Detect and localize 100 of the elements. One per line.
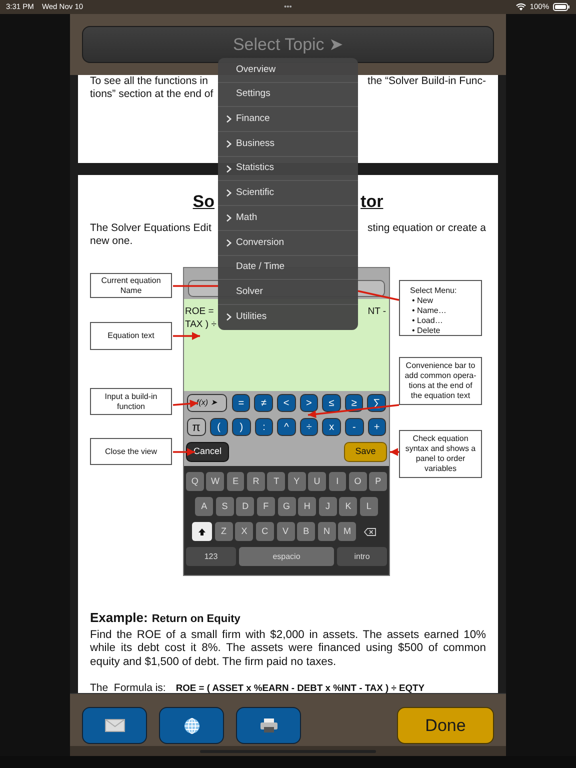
operator-key[interactable]: : (254, 418, 274, 436)
menu-item[interactable]: Utilities (218, 304, 358, 330)
keyboard-key[interactable]: A (195, 497, 214, 516)
operator-key[interactable]: < (277, 394, 296, 412)
arrow (390, 448, 399, 456)
arrow (173, 332, 200, 340)
keyboard-key[interactable]: S (216, 497, 234, 516)
section-title: So (192, 192, 215, 212)
callout-label: Convenience bar to add common opera-tions at the end of the equation text (399, 357, 482, 405)
keyboard-key[interactable]: F (256, 497, 275, 516)
menu-item[interactable]: Solver (218, 280, 358, 305)
web-button[interactable] (159, 707, 224, 744)
keyboard-key[interactable]: M (338, 522, 356, 541)
keyboard-key[interactable]: E (226, 472, 244, 491)
numbers-key[interactable]: 123 (186, 547, 236, 566)
keyboard-key[interactable]: P (369, 472, 387, 491)
section-title: tor (360, 192, 384, 212)
mail-icon (104, 719, 124, 732)
menu-item[interactable]: Date / Time (218, 256, 358, 280)
operator-key[interactable]: - (344, 418, 364, 436)
keyboard-key[interactable]: K (339, 497, 358, 516)
menu-item[interactable]: Scientific (218, 181, 358, 206)
keyboard-key[interactable]: H (298, 497, 316, 516)
keyboard-key[interactable]: D (236, 497, 254, 516)
shift-key[interactable] (192, 522, 212, 541)
menu-item[interactable]: Settings (218, 82, 358, 108)
formula-text: ROE = ( ASSET x %EARN - DEBT x %INT - TAX ) ÷ EQTY (176, 681, 425, 693)
menu-item[interactable]: Statistics (218, 156, 358, 182)
battery-icon (553, 3, 570, 11)
keyboard-key[interactable]: B (297, 522, 316, 541)
keyboard-key[interactable]: V (276, 522, 294, 541)
callout-label: Equation text (90, 322, 172, 350)
callout-list-item: • Load… (411, 316, 444, 326)
callout-label: Check equation syntax and shows a panel to order variables (399, 430, 482, 478)
keyboard-key[interactable]: O (348, 472, 367, 491)
leader-line (358, 290, 400, 301)
keyboard-key[interactable]: C (256, 522, 274, 541)
mail-button[interactable] (82, 707, 147, 744)
shift-icon (198, 528, 206, 536)
menu-item[interactable]: Overview (218, 58, 358, 83)
callout-list-item: • New (411, 296, 434, 306)
menu-item[interactable]: Finance (218, 107, 358, 132)
keyboard-key[interactable]: J (318, 497, 337, 516)
equation-text: TAX ) ÷ (185, 318, 216, 331)
operator-key[interactable]: = (232, 394, 250, 412)
keyboard-key[interactable]: Q (186, 472, 204, 491)
equation-text: NT - (368, 305, 386, 318)
printer-icon (260, 718, 278, 733)
formula-label: The Formula is: (90, 681, 166, 693)
menu-item[interactable]: Business (218, 132, 358, 157)
backspace-icon (364, 528, 376, 536)
globe-icon (184, 718, 200, 734)
operator-key[interactable]: + (368, 418, 386, 436)
menu-item[interactable]: Conversion (218, 230, 358, 256)
keyboard-key[interactable]: T (267, 472, 286, 491)
operator-key[interactable]: x (322, 418, 341, 436)
keyboard-key[interactable]: G (278, 497, 296, 516)
keyboard-key[interactable]: W (206, 472, 224, 491)
paragraph-text: To see all the functions in (90, 75, 208, 88)
operator-key[interactable]: ≤ (322, 394, 341, 412)
example-title: Return on Equity (152, 612, 240, 627)
operator-key[interactable]: ÷ (300, 418, 318, 436)
wifi-icon (516, 3, 526, 11)
equation-text: ROE = (185, 305, 214, 318)
keyboard-key[interactable]: U (308, 472, 326, 491)
keyboard-key[interactable]: Z (214, 522, 233, 541)
arrow (173, 448, 195, 456)
return-key[interactable]: intro (337, 547, 387, 566)
callout-label: Close the view (90, 438, 172, 465)
paragraph-text: the “Solver Build-in Func- (368, 75, 486, 88)
operator-key[interactable]: ( (210, 418, 228, 436)
save-button[interactable]: Save (344, 442, 387, 462)
operator-key[interactable]: ) (232, 418, 251, 436)
leader-line (173, 285, 218, 287)
keyboard-key[interactable]: Y (288, 472, 306, 491)
callout-heading: Select Menu: (410, 286, 458, 296)
keyboard-key[interactable]: R (247, 472, 265, 491)
print-button[interactable] (236, 707, 301, 744)
keyboard-key[interactable]: L (360, 497, 378, 516)
done-button[interactable]: Done (397, 707, 494, 744)
operator-key[interactable]: ≠ (254, 394, 273, 412)
callout-list-item: • Delete (411, 326, 442, 336)
operator-key[interactable]: ≥ (344, 394, 364, 412)
cancel-button[interactable]: Cancel (186, 442, 229, 462)
keyboard-key[interactable]: N (318, 522, 336, 541)
space-key[interactable]: espacio (239, 547, 334, 566)
paragraph-text: Find the ROE of a small firm with $2,000 in assets. The assets earned 10% while its debt cost it 8%. The assets were financed using $500 of common equity and $1,500 of debt. The firm paid no taxes. (90, 628, 486, 669)
arrow (172, 400, 198, 408)
paragraph-text: sting equation or create a (368, 222, 486, 235)
menu-item[interactable]: Math (218, 206, 358, 231)
operator-key[interactable]: π (187, 418, 206, 436)
example-label: Example: (90, 609, 148, 627)
keyboard-key[interactable]: X (235, 522, 254, 541)
paragraph-text: new one. (90, 235, 133, 248)
operator-key[interactable]: > (300, 394, 318, 412)
callout-label: Input a build-in function (90, 388, 172, 415)
callout-list-item: • Name… (411, 306, 448, 316)
keyboard-key[interactable]: I (328, 472, 346, 491)
operator-key[interactable]: ^ (277, 418, 296, 436)
paragraph-text: The Solver Equations Edit (90, 222, 212, 235)
